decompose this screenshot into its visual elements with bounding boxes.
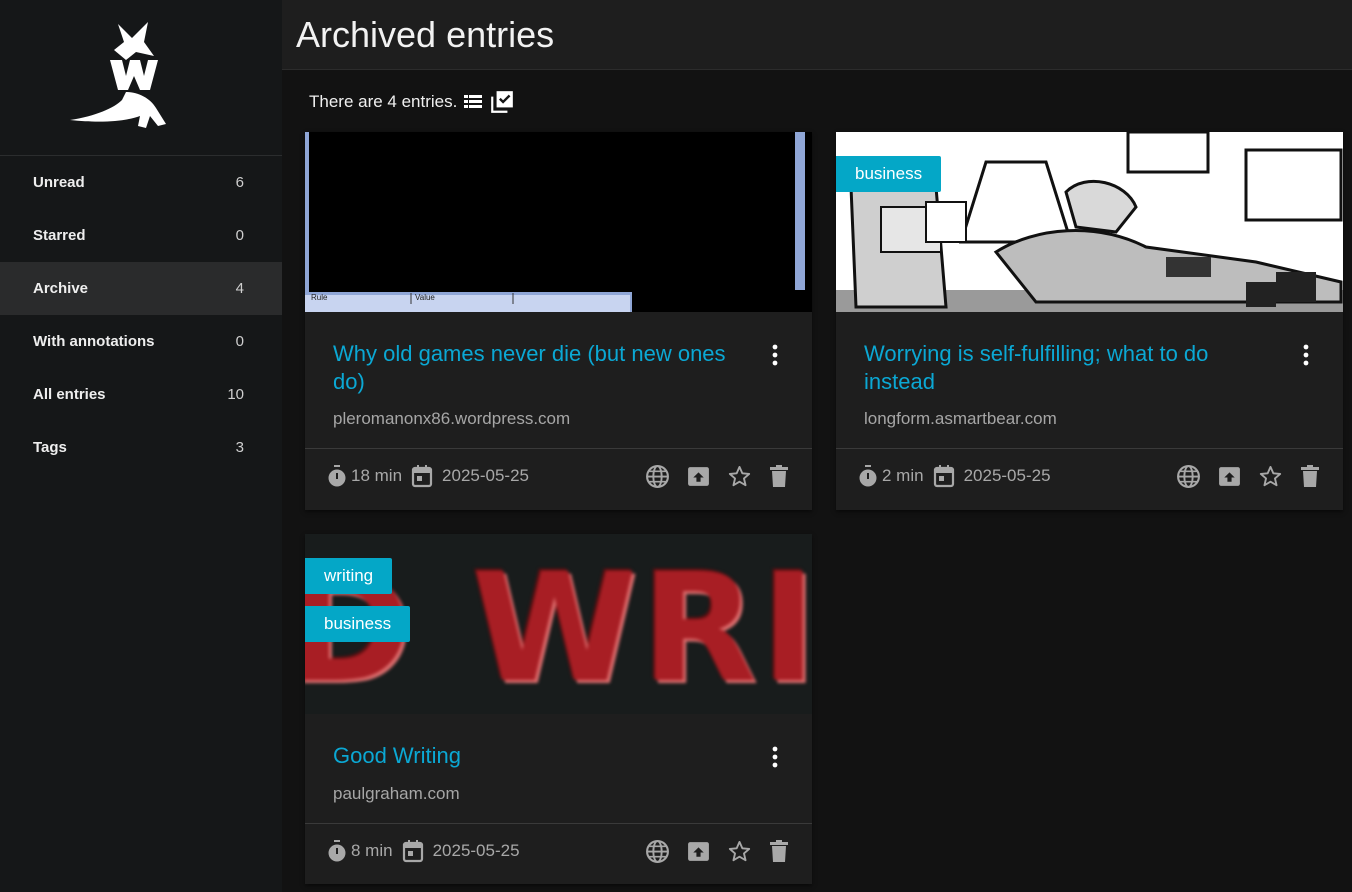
sidebar-item-count: 0 xyxy=(235,227,244,244)
reading-time: 8 min xyxy=(351,841,393,860)
tag-badge[interactable]: writing xyxy=(305,558,393,594)
entry-card[interactable]: Rule Value Why old games never die (but … xyxy=(305,132,812,510)
sidebar-item-label: All entries xyxy=(33,386,106,403)
wallabag-logo-icon xyxy=(70,22,166,128)
sidebar-item-label: Unread xyxy=(33,174,85,191)
thumb-label: Value xyxy=(415,293,435,302)
sidebar-item-label: Archive xyxy=(33,280,89,297)
check-square-icon[interactable] xyxy=(489,89,515,115)
more-vert-icon[interactable] xyxy=(772,344,778,371)
entry-thumbnail[interactable]: D WRIT writing business xyxy=(305,534,812,714)
entry-title-link[interactable]: Why old games never die (but new ones do… xyxy=(333,340,753,396)
calendar-icon xyxy=(410,464,434,488)
sidebar-item-label: Tags xyxy=(33,439,67,456)
entries-count-text: There are 4 entries. xyxy=(309,92,458,111)
entry-date: 2025-05-25 xyxy=(432,841,520,860)
calendar-icon xyxy=(401,839,425,863)
entry-footer: 2 min 2025-05-25 xyxy=(836,448,1343,504)
entry-thumbnail[interactable]: business xyxy=(836,132,1343,312)
unarchive-icon[interactable] xyxy=(1217,464,1242,489)
tag-badge[interactable]: business xyxy=(836,156,942,192)
globe-icon[interactable] xyxy=(645,839,670,864)
star-outline-icon[interactable] xyxy=(1258,464,1283,489)
sidebar: Unread 6 Starred 0 Archive 4 With annota… xyxy=(0,0,282,892)
timer-icon xyxy=(325,464,349,488)
wallabag-logo[interactable] xyxy=(0,0,282,156)
sidebar-item-count: 0 xyxy=(235,333,244,350)
entry-card[interactable]: business Worrying is self-fulfilling; wh… xyxy=(836,132,1343,510)
timer-icon xyxy=(856,464,880,488)
entry-footer: 18 min 2025-05-25 xyxy=(305,448,812,504)
star-outline-icon[interactable] xyxy=(727,464,752,489)
list-view-icon[interactable] xyxy=(461,90,485,114)
entry-domain: longform.asmartbear.com xyxy=(864,409,1057,428)
sidebar-item-count: 10 xyxy=(227,386,244,403)
entries-summary: There are 4 entries. xyxy=(309,89,515,115)
entry-title-link[interactable]: Good Writing xyxy=(333,742,753,770)
tag-badge[interactable]: business xyxy=(305,606,411,642)
sidebar-item-label: Starred xyxy=(33,227,86,244)
star-outline-icon[interactable] xyxy=(727,839,752,864)
trash-icon[interactable] xyxy=(768,839,790,863)
sidebar-item-starred[interactable]: Starred 0 xyxy=(0,209,282,262)
more-vert-icon[interactable] xyxy=(772,746,778,773)
page-header: Archived entries xyxy=(282,0,1352,70)
entry-domain: pleromanonx86.wordpress.com xyxy=(333,409,571,428)
sidebar-item-tags[interactable]: Tags 3 xyxy=(0,421,282,474)
reading-time: 18 min xyxy=(351,466,403,485)
calendar-icon xyxy=(932,464,956,488)
sidebar-item-all-entries[interactable]: All entries 10 xyxy=(0,368,282,421)
trash-icon[interactable] xyxy=(1299,464,1321,488)
thumb-label: Rule xyxy=(311,293,328,302)
sidebar-item-archive[interactable]: Archive 4 xyxy=(0,262,282,315)
sidebar-item-annotations[interactable]: With annotations 0 xyxy=(0,315,282,368)
unarchive-icon[interactable] xyxy=(686,464,711,489)
globe-icon[interactable] xyxy=(1176,464,1201,489)
sidebar-item-label: With annotations xyxy=(33,333,155,350)
entry-date: 2025-05-25 xyxy=(963,466,1051,485)
trash-icon[interactable] xyxy=(768,464,790,488)
sidebar-item-count: 6 xyxy=(235,174,244,191)
page-title: Archived entries xyxy=(296,14,555,55)
entry-domain: paulgraham.com xyxy=(333,784,460,803)
unarchive-icon[interactable] xyxy=(686,839,711,864)
entry-thumbnail[interactable]: Rule Value xyxy=(305,132,812,312)
sidebar-item-count: 4 xyxy=(235,280,244,297)
globe-icon[interactable] xyxy=(645,464,670,489)
entry-footer: 8 min 2025-05-25 xyxy=(305,823,812,879)
entry-title-link[interactable]: Worrying is self-fulfilling; what to do … xyxy=(864,340,1284,396)
timer-icon xyxy=(325,839,349,863)
sidebar-item-unread[interactable]: Unread 6 xyxy=(0,156,282,209)
reading-time: 2 min xyxy=(882,466,924,485)
more-vert-icon[interactable] xyxy=(1303,344,1309,371)
entry-date: 2025-05-25 xyxy=(442,466,529,485)
sidebar-item-count: 3 xyxy=(235,439,244,456)
entry-card[interactable]: D WRIT writing business Good Writing pau… xyxy=(305,534,812,884)
